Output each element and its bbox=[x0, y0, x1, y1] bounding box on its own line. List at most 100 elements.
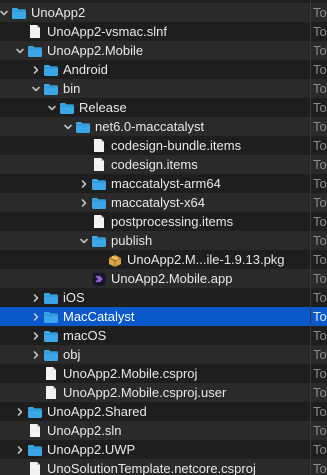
document-icon bbox=[91, 136, 107, 155]
item-name: UnoApp2.UWP bbox=[47, 442, 136, 457]
list-item[interactable]: Release Tol bbox=[0, 98, 327, 117]
item-name: publish bbox=[111, 233, 153, 248]
list-item[interactable]: codesign-bundle.items Tol bbox=[0, 136, 327, 155]
document-icon bbox=[43, 364, 59, 383]
item-name: UnoApp2.Mobile.csproj.user bbox=[63, 385, 227, 400]
list-item[interactable]: UnoApp2.Mobile.csproj.user Tol bbox=[0, 383, 327, 402]
list-item[interactable]: UnoApp2.Mobile.csproj Tol bbox=[0, 364, 327, 383]
item-kind: Tol bbox=[313, 423, 327, 438]
chevron-down-icon[interactable] bbox=[14, 41, 26, 60]
chevron-right-icon[interactable] bbox=[30, 326, 42, 345]
document-icon bbox=[91, 212, 107, 231]
folder-icon bbox=[43, 288, 59, 307]
item-name: bin bbox=[63, 81, 81, 96]
chevron-right-icon[interactable] bbox=[30, 307, 42, 326]
item-kind: Tol bbox=[313, 43, 327, 58]
item-kind: Tol bbox=[313, 5, 327, 20]
column-divider[interactable] bbox=[310, 0, 311, 475]
chevron-right-icon[interactable] bbox=[14, 440, 26, 459]
document-icon bbox=[27, 421, 43, 440]
item-kind: Tol bbox=[313, 385, 327, 400]
item-name: codesign-bundle.items bbox=[111, 138, 242, 153]
item-name: Release bbox=[79, 100, 127, 115]
folder-icon bbox=[91, 231, 107, 250]
item-name: postprocessing.items bbox=[111, 214, 234, 229]
item-name: UnoApp2.M...ile-1.9.13.pkg bbox=[127, 252, 285, 267]
item-kind: Tol bbox=[313, 233, 327, 248]
chevron-down-icon[interactable] bbox=[0, 3, 10, 22]
finder-list-view: UnoApp2TolUnoApp2-vsmac.slnfTolUnoApp2.M… bbox=[0, 0, 327, 475]
item-name: maccatalyst-arm64 bbox=[111, 176, 221, 191]
item-name: UnoApp2.Mobile.app bbox=[111, 271, 233, 286]
folder-icon bbox=[59, 98, 75, 117]
chevron-right-icon[interactable] bbox=[14, 402, 26, 421]
document-icon bbox=[27, 22, 43, 41]
item-kind: Tol bbox=[313, 290, 327, 305]
item-kind: Tol bbox=[313, 176, 327, 191]
item-name: codesign.items bbox=[111, 157, 198, 172]
list-item[interactable]: macOS Tol bbox=[0, 326, 327, 345]
list-item[interactable]: UnoSolutionTemplate.netcore.csproj Tol bbox=[0, 459, 327, 475]
item-kind: Tol bbox=[313, 328, 327, 343]
list-item[interactable]: UnoApp2.M...ile-1.9.13.pkg Tol bbox=[0, 250, 327, 269]
list-item[interactable]: publish Tol bbox=[0, 231, 327, 250]
chevron-down-icon[interactable] bbox=[30, 79, 42, 98]
item-name: UnoApp2 bbox=[31, 5, 86, 20]
chevron-right-icon[interactable] bbox=[78, 174, 90, 193]
chevron-right-icon[interactable] bbox=[78, 193, 90, 212]
folder-icon bbox=[91, 174, 107, 193]
chevron-down-icon[interactable] bbox=[62, 117, 74, 136]
list-item[interactable]: obj Tol bbox=[0, 345, 327, 364]
list-item[interactable]: bin Tol bbox=[0, 79, 327, 98]
folder-icon bbox=[43, 307, 59, 326]
item-kind: Tol bbox=[313, 252, 327, 267]
app-icon bbox=[91, 269, 107, 288]
folder-icon bbox=[43, 60, 59, 79]
list-item[interactable]: UnoApp2.UWP Tol bbox=[0, 440, 327, 459]
list-item[interactable]: maccatalyst-arm64 Tol bbox=[0, 174, 327, 193]
chevron-right-icon[interactable] bbox=[30, 60, 42, 79]
item-kind: Tol bbox=[313, 214, 327, 229]
item-kind: Tol bbox=[313, 461, 327, 475]
item-kind: Tol bbox=[313, 442, 327, 457]
folder-icon bbox=[43, 345, 59, 364]
item-name: UnoApp2.sln bbox=[47, 423, 122, 438]
list-item[interactable]: codesign.items Tol bbox=[0, 155, 327, 174]
item-kind: Tol bbox=[313, 157, 327, 172]
list-item[interactable]: postprocessing.items Tol bbox=[0, 212, 327, 231]
item-name: obj bbox=[63, 347, 81, 362]
item-kind: Tol bbox=[313, 81, 327, 96]
chevron-right-icon[interactable] bbox=[30, 288, 42, 307]
item-kind: Tol bbox=[313, 271, 327, 286]
list-item[interactable]: UnoApp2.Mobile.app Tol bbox=[0, 269, 327, 288]
folder-icon bbox=[27, 402, 43, 421]
list-item[interactable]: UnoApp2.Shared Tol bbox=[0, 402, 327, 421]
list-item[interactable]: Android Tol bbox=[0, 60, 327, 79]
list-item[interactable]: UnoApp2.sln Tol bbox=[0, 421, 327, 440]
chevron-right-icon[interactable] bbox=[30, 345, 42, 364]
list-item[interactable]: iOS Tol bbox=[0, 288, 327, 307]
item-kind: Tol bbox=[313, 309, 327, 324]
item-name: UnoApp2.Mobile bbox=[47, 43, 144, 58]
item-name: UnoApp2.Shared bbox=[47, 404, 147, 419]
list-item[interactable]: UnoApp2 Tol bbox=[0, 3, 327, 22]
chevron-down-icon[interactable] bbox=[78, 231, 90, 250]
item-name: macOS bbox=[63, 328, 107, 343]
package-icon bbox=[107, 250, 123, 269]
folder-icon bbox=[75, 117, 91, 136]
folder-icon bbox=[11, 3, 27, 22]
item-kind: Tol bbox=[313, 24, 327, 39]
document-icon bbox=[91, 155, 107, 174]
folder-icon bbox=[43, 326, 59, 345]
document-icon bbox=[43, 383, 59, 402]
item-name: maccatalyst-x64 bbox=[111, 195, 205, 210]
folder-icon bbox=[27, 440, 43, 459]
list-item[interactable]: net6.0-maccatalyst Tol bbox=[0, 117, 327, 136]
chevron-down-icon[interactable] bbox=[46, 98, 58, 117]
list-item[interactable]: UnoApp2-vsmac.slnf Tol bbox=[0, 22, 327, 41]
item-kind: Tol bbox=[313, 138, 327, 153]
list-item[interactable]: maccatalyst-x64 Tol bbox=[0, 193, 327, 212]
list-item[interactable]: MacCatalyst Tol bbox=[0, 307, 327, 326]
item-kind: Tol bbox=[313, 119, 327, 134]
list-item[interactable]: UnoApp2.Mobile Tol bbox=[0, 41, 327, 60]
